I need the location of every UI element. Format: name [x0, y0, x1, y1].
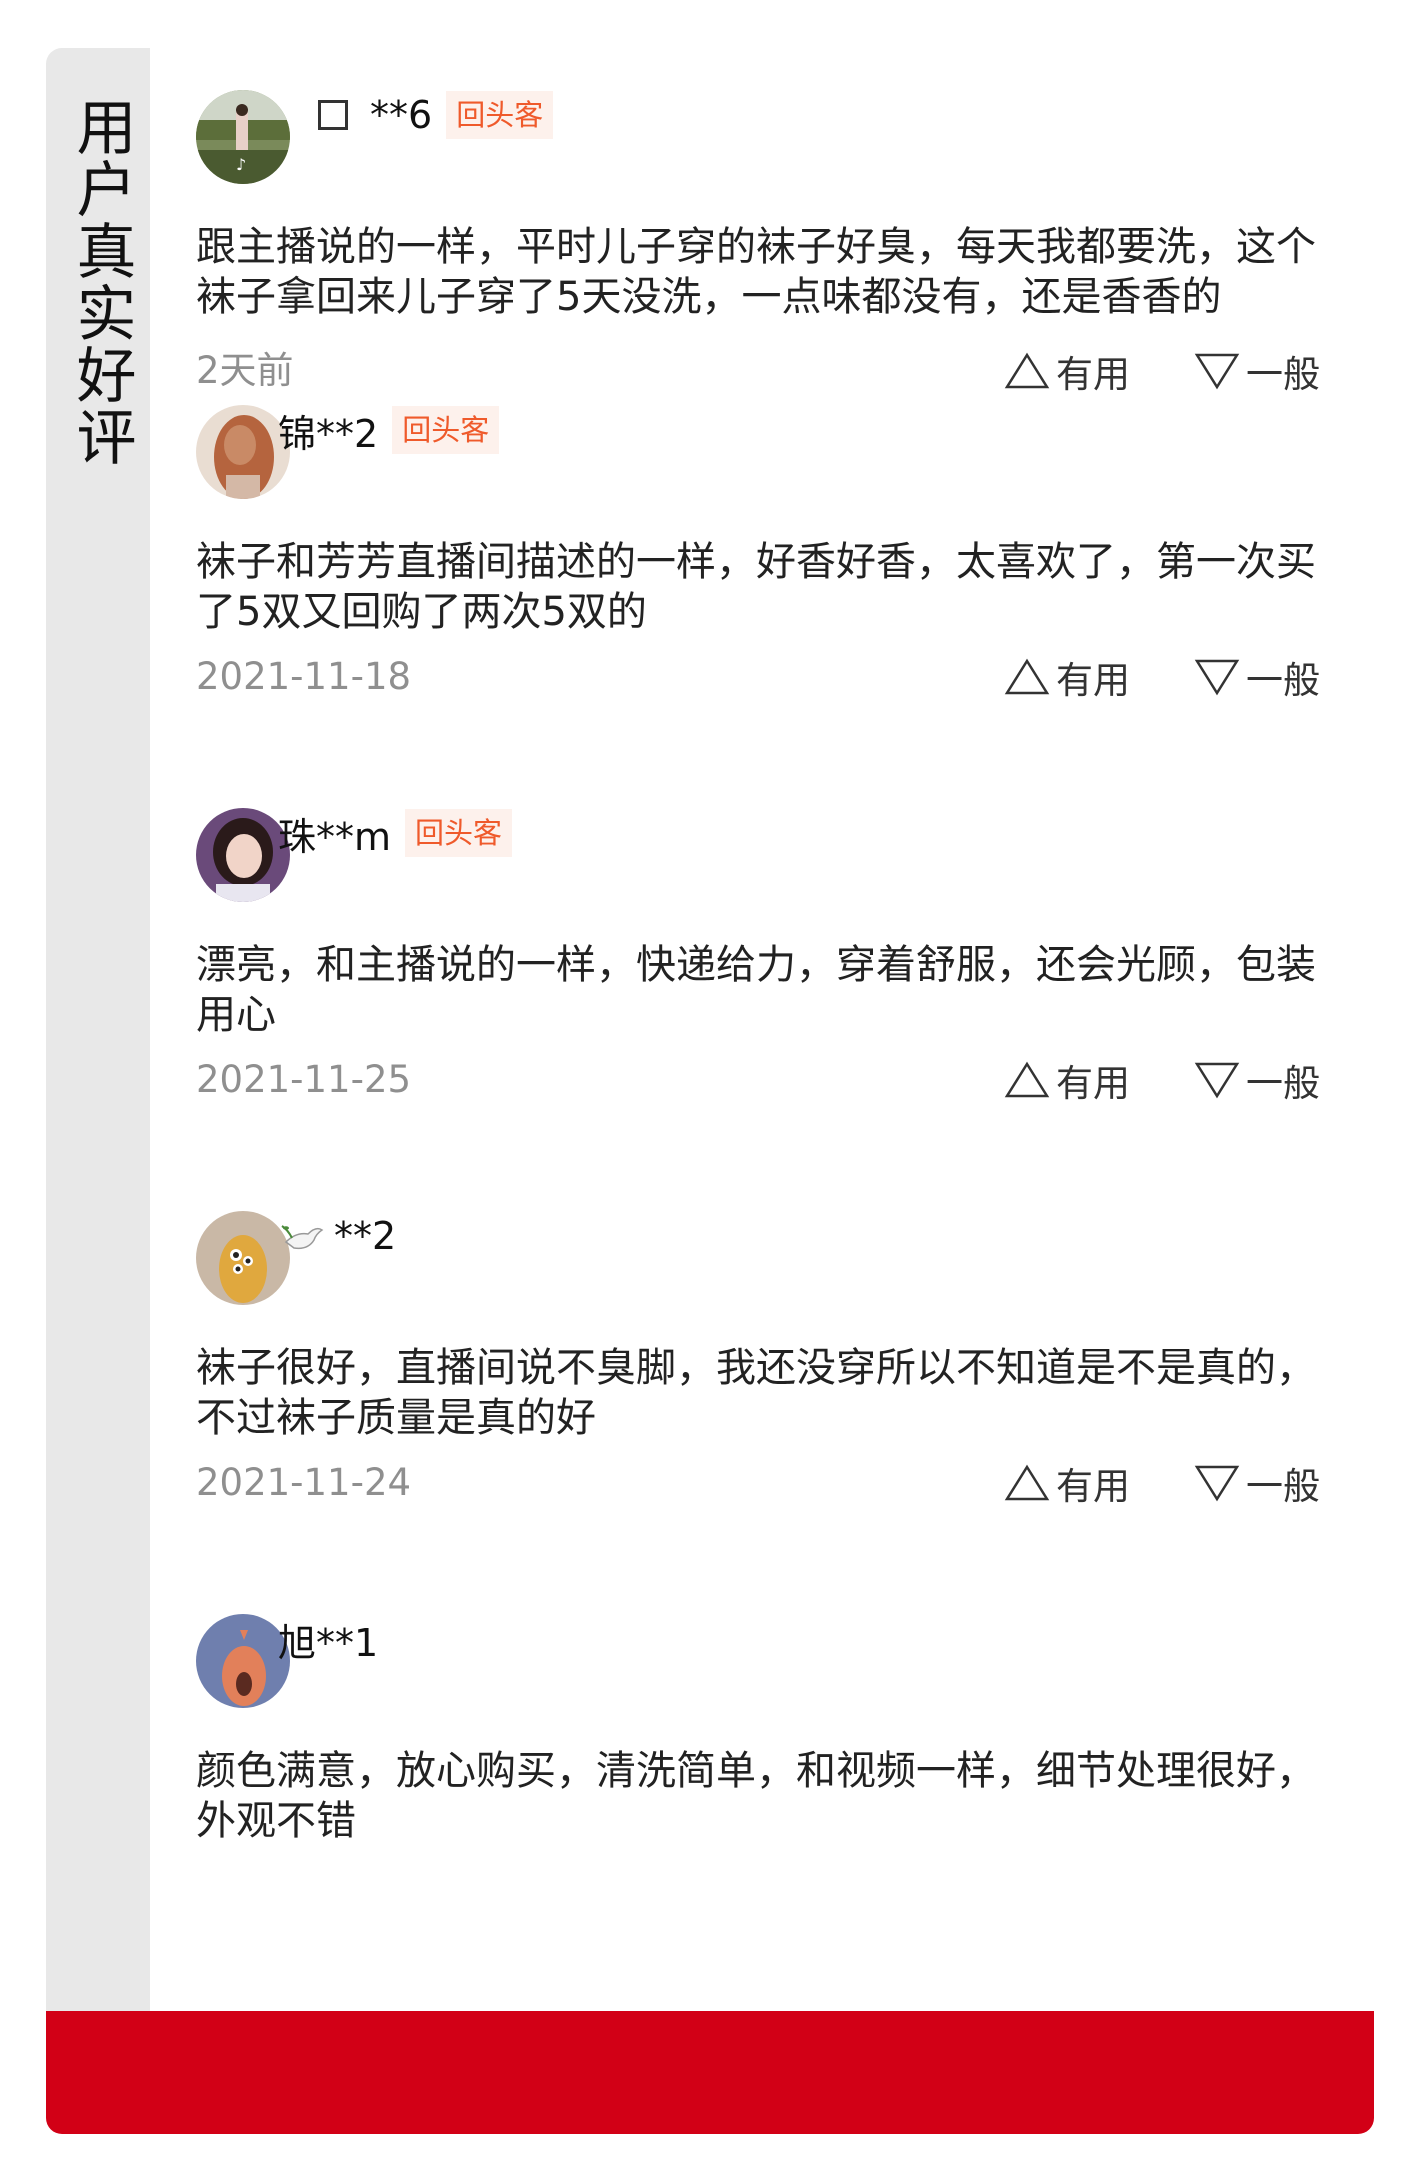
normal-label: 一般 — [1246, 1465, 1320, 1508]
username: 锦**2 — [278, 411, 379, 456]
triangle-down-icon — [1194, 659, 1240, 696]
normal-label: 一般 — [1246, 1062, 1320, 1105]
triangle-down-icon — [1194, 1465, 1240, 1502]
avatar[interactable] — [196, 405, 290, 499]
useful-label: 有用 — [1056, 659, 1130, 702]
returning-customer-badge: 回头客 — [392, 406, 500, 454]
user-row: **6 回头客 — [318, 90, 554, 140]
user-row: 锦**2 回头客 — [278, 405, 500, 456]
svg-text:♪: ♪ — [236, 155, 246, 174]
returning-customer-badge: 回头客 — [446, 91, 554, 139]
user-row: 珠**m 回头客 — [278, 808, 513, 859]
triangle-up-icon — [1004, 1464, 1050, 1501]
sidebar: 用户真实好评 — [46, 48, 150, 2011]
triangle-up-icon — [1004, 658, 1050, 695]
normal-label: 一般 — [1246, 353, 1320, 396]
username: **6 — [370, 93, 433, 137]
useful-button[interactable]: 有用 — [1004, 343, 1130, 399]
dove-icon — [281, 1225, 324, 1250]
review-footer: 2021-11-24 有用 一般 — [196, 1455, 1346, 1511]
normal-button[interactable]: 一般 — [1194, 1455, 1320, 1511]
username: 珠**m — [278, 814, 392, 859]
review-text: 袜子很好，直播间说不臭脚，我还没穿所以不知道是不是真的，不过袜子质量是真的好 — [196, 1345, 1316, 1441]
avatar[interactable]: ♪ — [196, 90, 290, 184]
user-row: 旭**1 — [278, 1614, 379, 1665]
review-text: 漂亮，和主播说的一样，快递给力，穿着舒服，还会光顾，包装用心 — [196, 942, 1316, 1038]
bottom-bar — [46, 2011, 1374, 2134]
useful-label: 有用 — [1056, 1465, 1130, 1508]
normal-button[interactable]: 一般 — [1194, 1052, 1320, 1108]
avatar[interactable] — [196, 1211, 290, 1305]
review-footer: 2021-11-18 有用 一般 — [196, 649, 1346, 705]
checkbox-icon[interactable] — [318, 100, 348, 130]
useful-button[interactable]: 有用 — [1004, 1052, 1130, 1108]
review-date: 2021-11-25 — [196, 1058, 412, 1101]
username: 旭**1 — [278, 1620, 379, 1665]
review-text: 袜子和芳芳直播间描述的一样，好香好香，太喜欢了，第一次买了5双又回购了两次5双的 — [196, 539, 1316, 635]
review-date: 2天前 — [196, 349, 294, 392]
normal-button[interactable]: 一般 — [1194, 343, 1320, 399]
normal-button[interactable]: 一般 — [1194, 649, 1320, 705]
review-text: 跟主播说的一样，平时儿子穿的袜子好臭，每天我都要洗，这个袜子拿回来儿子穿了5天没… — [196, 224, 1316, 320]
user-row: **2 — [278, 1211, 396, 1261]
useful-button[interactable]: 有用 — [1004, 1455, 1130, 1511]
triangle-up-icon — [1004, 1061, 1050, 1098]
review-footer: 2天前 有用 一般 — [196, 343, 1346, 399]
returning-customer-badge: 回头客 — [405, 809, 513, 857]
reviews-card: 用户真实好评 ♪ **6 回头客 跟主播说的一样，平时儿子穿的袜子好臭，每天我都… — [46, 48, 1374, 2134]
triangle-down-icon — [1194, 353, 1240, 390]
avatar[interactable] — [196, 1614, 290, 1708]
avatar[interactable] — [196, 808, 290, 902]
sidebar-title: 用户真实好评 — [66, 96, 136, 468]
triangle-up-icon — [1004, 352, 1050, 389]
review-date: 2021-11-18 — [196, 655, 412, 698]
review-text: 颜色满意，放心购买，清洗简单，和视频一样，细节处理很好，外观不错 — [196, 1748, 1316, 1844]
triangle-down-icon — [1194, 1062, 1240, 1099]
reviews-list: ♪ **6 回头客 跟主播说的一样，平时儿子穿的袜子好臭，每天我都要洗，这个袜子… — [150, 48, 1374, 2011]
useful-label: 有用 — [1056, 353, 1130, 396]
useful-button[interactable]: 有用 — [1004, 649, 1130, 705]
username: **2 — [334, 1214, 397, 1258]
normal-label: 一般 — [1246, 659, 1320, 702]
review-footer: 2021-11-25 有用 一般 — [196, 1052, 1346, 1108]
useful-label: 有用 — [1056, 1062, 1130, 1105]
review-date: 2021-11-24 — [196, 1461, 412, 1504]
